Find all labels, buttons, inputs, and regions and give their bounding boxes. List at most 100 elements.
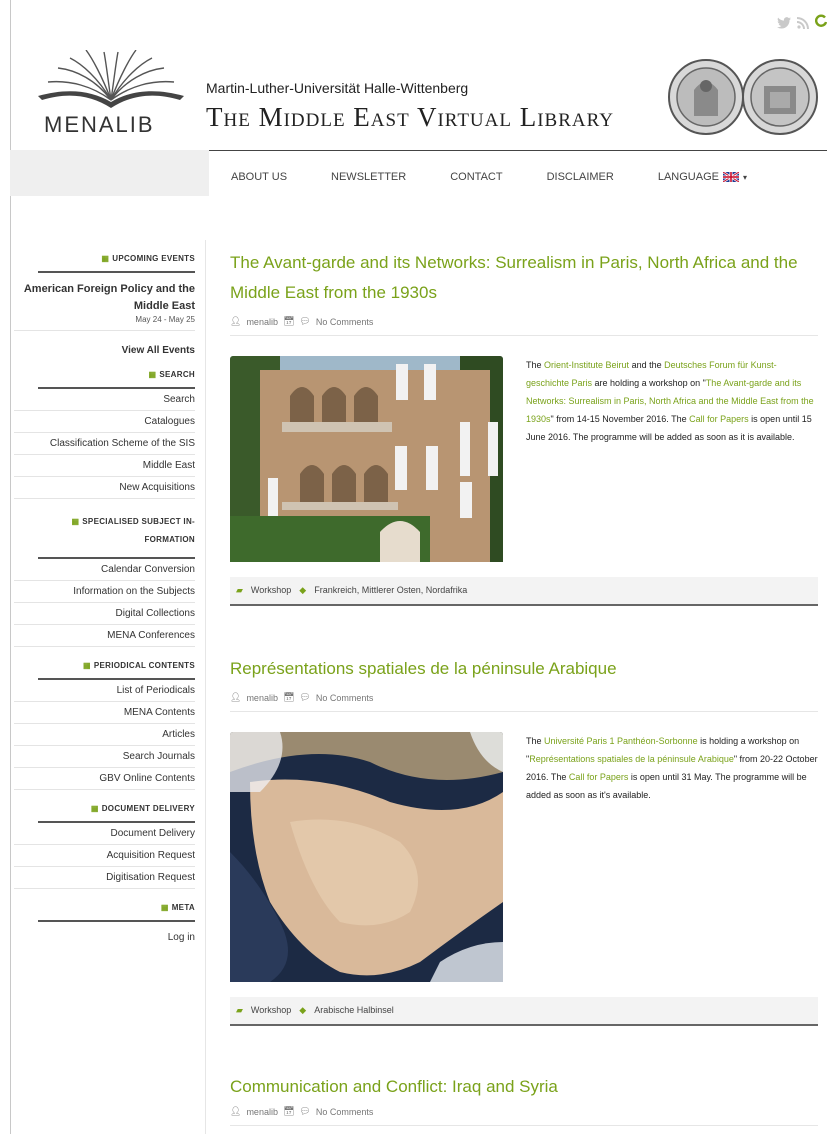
post-excerpt: The Orient-Institute Beirut and the Deut… — [526, 360, 814, 442]
link-universite-paris[interactable]: Université Paris 1 Panthéon-Sorbonne — [544, 736, 698, 746]
post-meta: 👤︎ menalib 📅︎ 💬︎ No Comments — [230, 316, 818, 336]
nav-language-label: LANGUAGE — [657, 171, 719, 183]
comment-icon: 💬︎ — [299, 1106, 311, 1116]
sidebar-link-search-journals[interactable]: Search Journals — [14, 746, 195, 768]
post-title[interactable]: The Avant-garde and its Networks: Surrea… — [230, 248, 818, 308]
sidebar-link-gbv[interactable]: GBV Online Contents — [14, 768, 195, 790]
rss-icon[interactable] — [797, 16, 809, 32]
folder-icon: ▰ — [236, 585, 243, 595]
sidebar-heading-delivery: ▦ DOCUMENT DELIVERY — [38, 790, 195, 823]
post-comments[interactable]: No Comments — [316, 693, 374, 703]
sidebar-link-acquisition[interactable]: Acquisition Request — [14, 845, 195, 867]
arabian-peninsula-satellite-photo[interactable] — [230, 732, 503, 987]
post-communication-conflict: Communication and Conflict: Iraq and Syr… — [230, 1072, 818, 1126]
post-title[interactable]: Communication and Conflict: Iraq and Syr… — [230, 1072, 818, 1102]
grid-icon: ▦ — [71, 517, 80, 526]
sidebar-link-digital[interactable]: Digital Collections — [14, 603, 195, 625]
main-nav: ABOUT US NEWSLETTER CONTACT DISCLAIMER L… — [209, 150, 827, 197]
post-footer: ▰ Workshop ◆ Arabische Halbinsel — [230, 997, 818, 1026]
sidebar-link-search[interactable]: Search — [14, 389, 195, 411]
sidebar-link-classification[interactable]: Classification Scheme of the SIS — [14, 433, 195, 455]
post-meta: 👤︎ menalib 📅︎ 💬︎ No Comments — [230, 1106, 818, 1126]
meta-links: Log in — [14, 922, 195, 948]
user-icon: 👤︎ — [230, 316, 242, 326]
search-links: Search Catalogues Classification Scheme … — [14, 389, 195, 499]
post-comments[interactable]: No Comments — [316, 1107, 374, 1117]
sidebar-heading-specialised: ▦ SPECIALISED SUBJECT IN-FORMATION — [38, 499, 195, 559]
view-all-events-link[interactable]: View All Events — [14, 331, 195, 356]
grid-icon: ▦ — [101, 254, 110, 263]
nav-left-band — [10, 150, 209, 196]
calendar-icon: 📅︎ — [282, 1106, 295, 1116]
site-title[interactable]: The Middle East Virtual Library — [206, 102, 614, 133]
sidebar-link-conferences[interactable]: MENA Conferences — [14, 625, 195, 647]
post-meta: 👤︎ menalib 📅︎ 💬︎ No Comments — [230, 692, 818, 712]
nav-disclaimer[interactable]: DISCLAIMER — [547, 171, 614, 183]
post-category[interactable]: Workshop — [251, 585, 291, 596]
grid-icon: ▦ — [160, 903, 169, 912]
post-tags[interactable]: Frankreich, Mittlerer Osten, Nordafrika — [314, 585, 467, 596]
post-body: The Orient-Institute Beirut and the Deut… — [230, 356, 818, 567]
sidebar-link-middle-east[interactable]: Middle East — [14, 455, 195, 477]
chevron-down-icon: ▾ — [742, 172, 747, 182]
post-excerpt: The Université Paris 1 Panthéon-Sorbonne… — [526, 736, 818, 800]
post-tags[interactable]: Arabische Halbinsel — [314, 1005, 394, 1016]
sidebar-link-mena-contents[interactable]: MENA Contents — [14, 702, 195, 724]
twitter-icon[interactable] — [777, 16, 791, 32]
link-call-for-papers[interactable]: Call for Papers — [689, 414, 749, 424]
folder-icon: ▰ — [236, 1005, 243, 1015]
refresh-icon[interactable] — [814, 14, 827, 33]
sidebar-heading-meta: ▦ META — [38, 889, 195, 922]
delivery-links: Document Delivery Acquisition Request Di… — [14, 823, 195, 889]
user-icon: 👤︎ — [230, 692, 242, 702]
post-representations: Représentations spatiales de la péninsul… — [230, 654, 818, 1026]
link-orient-institute[interactable]: Orient-Institute Beirut — [544, 360, 629, 370]
post-author[interactable]: menalib — [246, 693, 278, 703]
sidebar-link-new-acquisitions[interactable]: New Acquisitions — [14, 477, 195, 499]
comment-icon: 💬︎ — [299, 316, 311, 326]
calendar-icon: 📅︎ — [282, 692, 295, 702]
uk-flag-icon — [722, 170, 740, 184]
post-footer: ▰ Workshop ◆ Frankreich, Mittlerer Osten… — [230, 577, 818, 606]
sidebar-link-login[interactable]: Log in — [14, 922, 195, 948]
sidebar-link-calendar[interactable]: Calendar Conversion — [14, 559, 195, 581]
user-icon: 👤︎ — [230, 1106, 242, 1116]
grid-icon: ▦ — [148, 370, 157, 379]
nav-contact[interactable]: CONTACT — [450, 171, 502, 183]
grid-icon: ▦ — [90, 804, 99, 813]
link-call-for-papers[interactable]: Call for Papers — [569, 772, 629, 782]
event-date: May 24 - May 25 — [14, 315, 195, 331]
link-workshop-title[interactable]: Représentations spatiales de la péninsul… — [529, 754, 734, 764]
post-author[interactable]: menalib — [246, 317, 278, 327]
nav-language[interactable]: LANGUAGE ▾ — [657, 170, 747, 184]
post-body: The Université Paris 1 Panthéon-Sorbonne… — [230, 732, 818, 987]
sidebar-heading-events: ▦ UPCOMING EVENTS — [38, 240, 195, 273]
comment-icon: 💬︎ — [299, 692, 311, 702]
specialised-links: Calendar Conversion Information on the S… — [14, 559, 195, 647]
sidebar-link-periodicals[interactable]: List of Periodicals — [14, 680, 195, 702]
calendar-icon: 📅︎ — [282, 316, 295, 326]
sidebar-heading-search: ▦ SEARCH — [38, 356, 195, 389]
sidebar-heading-periodical: ▦ PERIODICAL CONTENTS — [38, 647, 195, 680]
sidebar: ▦ UPCOMING EVENTS American Foreign Policy… — [14, 240, 195, 948]
building-photo[interactable] — [230, 356, 503, 567]
post-author[interactable]: menalib — [246, 1107, 278, 1117]
post-category[interactable]: Workshop — [251, 1005, 291, 1016]
tag-icon: ◆ — [299, 585, 307, 595]
sidebar-link-digitisation[interactable]: Digitisation Request — [14, 867, 195, 889]
post-title[interactable]: Représentations spatiales de la péninsul… — [230, 654, 818, 684]
nav-about-us[interactable]: ABOUT US — [231, 171, 287, 183]
nav-newsletter[interactable]: NEWSLETTER — [331, 171, 406, 183]
university-seals — [666, 56, 826, 138]
tag-icon: ◆ — [299, 1005, 307, 1015]
event-title[interactable]: American Foreign Policy and the Middle E… — [14, 273, 195, 315]
post-comments[interactable]: No Comments — [316, 317, 374, 327]
logo-text[interactable]: MENALIB — [44, 112, 155, 138]
post-avant-garde: The Avant-garde and its Networks: Surrea… — [230, 248, 818, 606]
periodical-links: List of Periodicals MENA Contents Articl… — [14, 680, 195, 790]
university-name: Martin-Luther-Universität Halle-Wittenbe… — [206, 80, 469, 96]
sidebar-link-catalogues[interactable]: Catalogues — [14, 411, 195, 433]
sidebar-link-subjects[interactable]: Information on the Subjects — [14, 581, 195, 603]
sidebar-link-articles[interactable]: Articles — [14, 724, 195, 746]
sidebar-link-document-delivery[interactable]: Document Delivery — [14, 823, 195, 845]
